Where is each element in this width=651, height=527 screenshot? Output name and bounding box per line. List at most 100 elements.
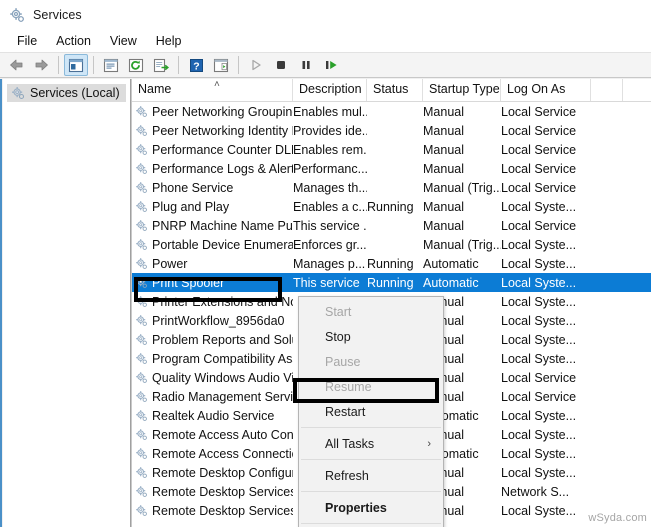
column-header-startup-type[interactable]: Startup Type: [423, 79, 501, 101]
service-gear-icon: [135, 219, 148, 232]
cell-description: Manages th...: [293, 180, 367, 195]
start-service-icon[interactable]: [244, 54, 268, 76]
column-header-status[interactable]: Status: [367, 79, 423, 101]
cell-log-on-as: Local Syste...: [501, 294, 577, 309]
services-gear-icon: [9, 7, 25, 23]
service-name-label: Power: [152, 256, 188, 271]
context-menu-item-resume: Resume: [299, 374, 443, 399]
service-name-label: Remote Desktop Configura: [152, 465, 293, 480]
cell-startup-type: Automatic: [423, 275, 479, 290]
menu-bar: File Action View Help: [0, 30, 651, 52]
menu-help[interactable]: Help: [147, 32, 192, 51]
table-row[interactable]: Peer Networking Identity M...Provides id…: [132, 121, 651, 140]
cell-service-name: Print Spooler: [132, 276, 293, 290]
cell-service-name: Problem Reports and Solut: [132, 333, 293, 347]
column-header-description[interactable]: Description: [293, 79, 367, 101]
context-menu-item-label: Refresh: [325, 468, 369, 483]
chevron-right-icon: ›: [427, 437, 431, 450]
context-menu-item-properties[interactable]: Properties: [299, 495, 443, 520]
restart-service-icon[interactable]: [319, 54, 343, 76]
service-name-label: Remote Access Auto Conn: [152, 427, 293, 442]
cell-service-name: Program Compatibility Ass: [132, 352, 293, 366]
context-menu-item-restart[interactable]: Restart: [299, 399, 443, 424]
refresh-icon[interactable]: [124, 54, 148, 76]
table-row[interactable]: PNRP Machine Name Publi...This service .…: [132, 216, 651, 235]
properties-icon[interactable]: [99, 54, 123, 76]
context-menu-item-label: Restart: [325, 404, 366, 419]
context-menu-item-all-tasks[interactable]: All Tasks ›: [299, 431, 443, 456]
back-icon[interactable]: [4, 54, 28, 76]
help-icon[interactable]: ?: [184, 54, 208, 76]
service-name-label: PrintWorkflow_8956da0: [152, 313, 285, 328]
show-hide-console-tree-icon[interactable]: [64, 54, 88, 76]
cell-startup-type: Manual: [423, 161, 464, 176]
service-name-label: Peer Networking Identity M...: [152, 123, 293, 138]
cell-service-name: Peer Networking Identity M...: [132, 124, 293, 138]
sidebar-item-label: Services (Local): [30, 86, 120, 100]
table-row[interactable]: Power Manages p... Running Automatic Local S…: [132, 254, 651, 273]
cell-service-name: Remote Access Auto Conn: [132, 428, 293, 442]
cell-startup-type: Manual (Trig...: [423, 180, 501, 195]
cell-log-on-as: Local Syste...: [501, 408, 577, 423]
context-menu-item-refresh[interactable]: Refresh: [299, 463, 443, 488]
column-header-name-label: Name: [138, 82, 172, 96]
table-row[interactable]: Print Spooler This service Running Automati…: [132, 273, 651, 292]
service-gear-icon: [135, 143, 148, 156]
cell-log-on-as: Local Service: [501, 104, 577, 119]
cell-log-on-as: Local Syste...: [501, 427, 577, 442]
cell-log-on-as: Local Service: [501, 389, 577, 404]
column-header-name[interactable]: Name ˄: [132, 79, 293, 101]
service-name-label: Realtek Audio Service: [152, 408, 275, 423]
service-name-label: Performance Logs & Alerts: [152, 161, 293, 176]
table-row[interactable]: Performance Counter DLL ...Enables rem..…: [132, 140, 651, 159]
cell-description: Performanc...: [293, 161, 367, 176]
context-menu: Start Stop Pause Resume Restart All Tasks › Ref…: [298, 296, 444, 527]
cell-log-on-as: Local Syste...: [501, 237, 577, 252]
table-row[interactable]: Phone Service Manages th... Manual (Trig..…: [132, 178, 651, 197]
cell-log-on-as: Local Syste...: [501, 256, 577, 271]
toolbar-separator: [58, 56, 59, 74]
cell-description: Manages p...: [293, 256, 366, 271]
cell-startup-type: Manual (Trig...: [423, 237, 501, 252]
table-row[interactable]: Portable Device Enumerator...Enforces gr…: [132, 235, 651, 254]
cell-service-name: Plug and Play: [132, 200, 293, 214]
context-menu-item-pause: Pause: [299, 349, 443, 374]
forward-icon[interactable]: [29, 54, 53, 76]
sidebar-item-services-local[interactable]: Services (Local): [7, 84, 126, 102]
cell-service-name: Printer Extensions and Noti: [132, 295, 293, 309]
cell-description: This service: [293, 275, 360, 290]
service-gear-icon: [135, 333, 148, 346]
context-menu-separator: [301, 523, 441, 524]
table-row[interactable]: Performance Logs & Alerts Performanc... Ma…: [132, 159, 651, 178]
service-gear-icon: [135, 295, 148, 308]
service-gear-icon: [135, 447, 148, 460]
column-header-log-on-as[interactable]: Log On As: [501, 79, 591, 101]
menu-file[interactable]: File: [8, 32, 47, 51]
service-gear-icon: [135, 314, 148, 327]
list-header: Name ˄ Description Status Startup Type L…: [132, 79, 651, 102]
cell-service-name: Peer Networking Grouping: [132, 105, 293, 119]
cell-log-on-as: Local Service: [501, 180, 577, 195]
cell-description: Provides ide...: [293, 123, 367, 138]
pause-service-icon[interactable]: [294, 54, 318, 76]
service-name-label: Radio Management Service: [152, 389, 293, 404]
table-row[interactable]: Peer Networking Grouping Enables mul... Ma…: [132, 102, 651, 121]
cell-description: Enforces gr...: [293, 237, 367, 252]
context-menu-item-label: Pause: [325, 354, 361, 369]
show-hide-action-pane-icon[interactable]: [209, 54, 233, 76]
cell-log-on-as: Network S...: [501, 484, 570, 499]
menu-view[interactable]: View: [101, 32, 147, 51]
cell-startup-type: Automatic: [423, 256, 479, 271]
cell-service-name: Remote Desktop Services U: [132, 504, 293, 518]
service-name-label: Portable Device Enumerator...: [152, 237, 293, 252]
service-gear-icon: [135, 257, 148, 270]
menu-action[interactable]: Action: [47, 32, 101, 51]
table-row[interactable]: Plug and Play Enables a c... Running Manual…: [132, 197, 651, 216]
cell-log-on-as: Local Syste...: [501, 313, 577, 328]
export-list-icon[interactable]: [149, 54, 173, 76]
service-name-label: Problem Reports and Solut: [152, 332, 293, 347]
stop-service-icon[interactable]: [269, 54, 293, 76]
context-menu-item-label: Properties: [325, 500, 387, 515]
cell-log-on-as: Local Service: [501, 123, 577, 138]
context-menu-item-stop[interactable]: Stop: [299, 324, 443, 349]
